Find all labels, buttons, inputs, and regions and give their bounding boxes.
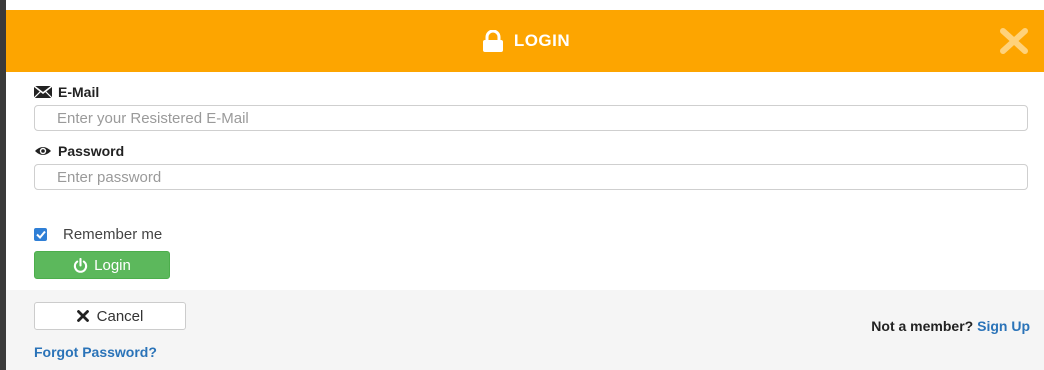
- envelope-icon: [34, 86, 52, 98]
- modal-header: LOGIN: [6, 10, 1044, 72]
- modal-title-text: LOGIN: [513, 31, 571, 50]
- close-button[interactable]: [996, 24, 1032, 58]
- modal-body: E-Mail Password Remember me: [6, 72, 1044, 290]
- lock-icon: [482, 30, 503, 52]
- modal-title: LOGIN: [480, 30, 570, 52]
- email-label: E-Mail: [34, 84, 99, 100]
- login-button-label: Login: [94, 256, 131, 274]
- x-icon: [76, 310, 89, 322]
- signup-prompt: Not a member? Sign Up: [871, 318, 1030, 334]
- eye-icon: [35, 147, 51, 155]
- remember-me: Remember me: [34, 226, 162, 243]
- signup-prompt-text: Not a member?: [871, 318, 974, 334]
- email-label-text: E-Mail: [58, 84, 100, 100]
- password-input[interactable]: [34, 164, 1028, 190]
- password-label-text: Password: [58, 143, 125, 159]
- login-modal: LOGIN E-Mail Password: [6, 10, 1044, 370]
- remember-checkbox[interactable]: [34, 228, 47, 241]
- modal-footer: Cancel Forgot Password? Not a member? Si…: [6, 290, 1044, 370]
- login-button[interactable]: Login: [34, 251, 170, 279]
- remember-label: Remember me: [63, 226, 163, 243]
- power-icon: [74, 257, 88, 273]
- cancel-button-label: Cancel: [96, 307, 144, 325]
- signup-link[interactable]: Sign Up: [977, 318, 1030, 334]
- email-input[interactable]: [34, 105, 1028, 131]
- forgot-password-link[interactable]: Forgot Password?: [34, 344, 157, 360]
- cancel-button[interactable]: Cancel: [34, 302, 186, 330]
- password-label: Password: [34, 143, 124, 159]
- close-icon: [1000, 28, 1028, 54]
- checkmark-icon: [35, 230, 46, 239]
